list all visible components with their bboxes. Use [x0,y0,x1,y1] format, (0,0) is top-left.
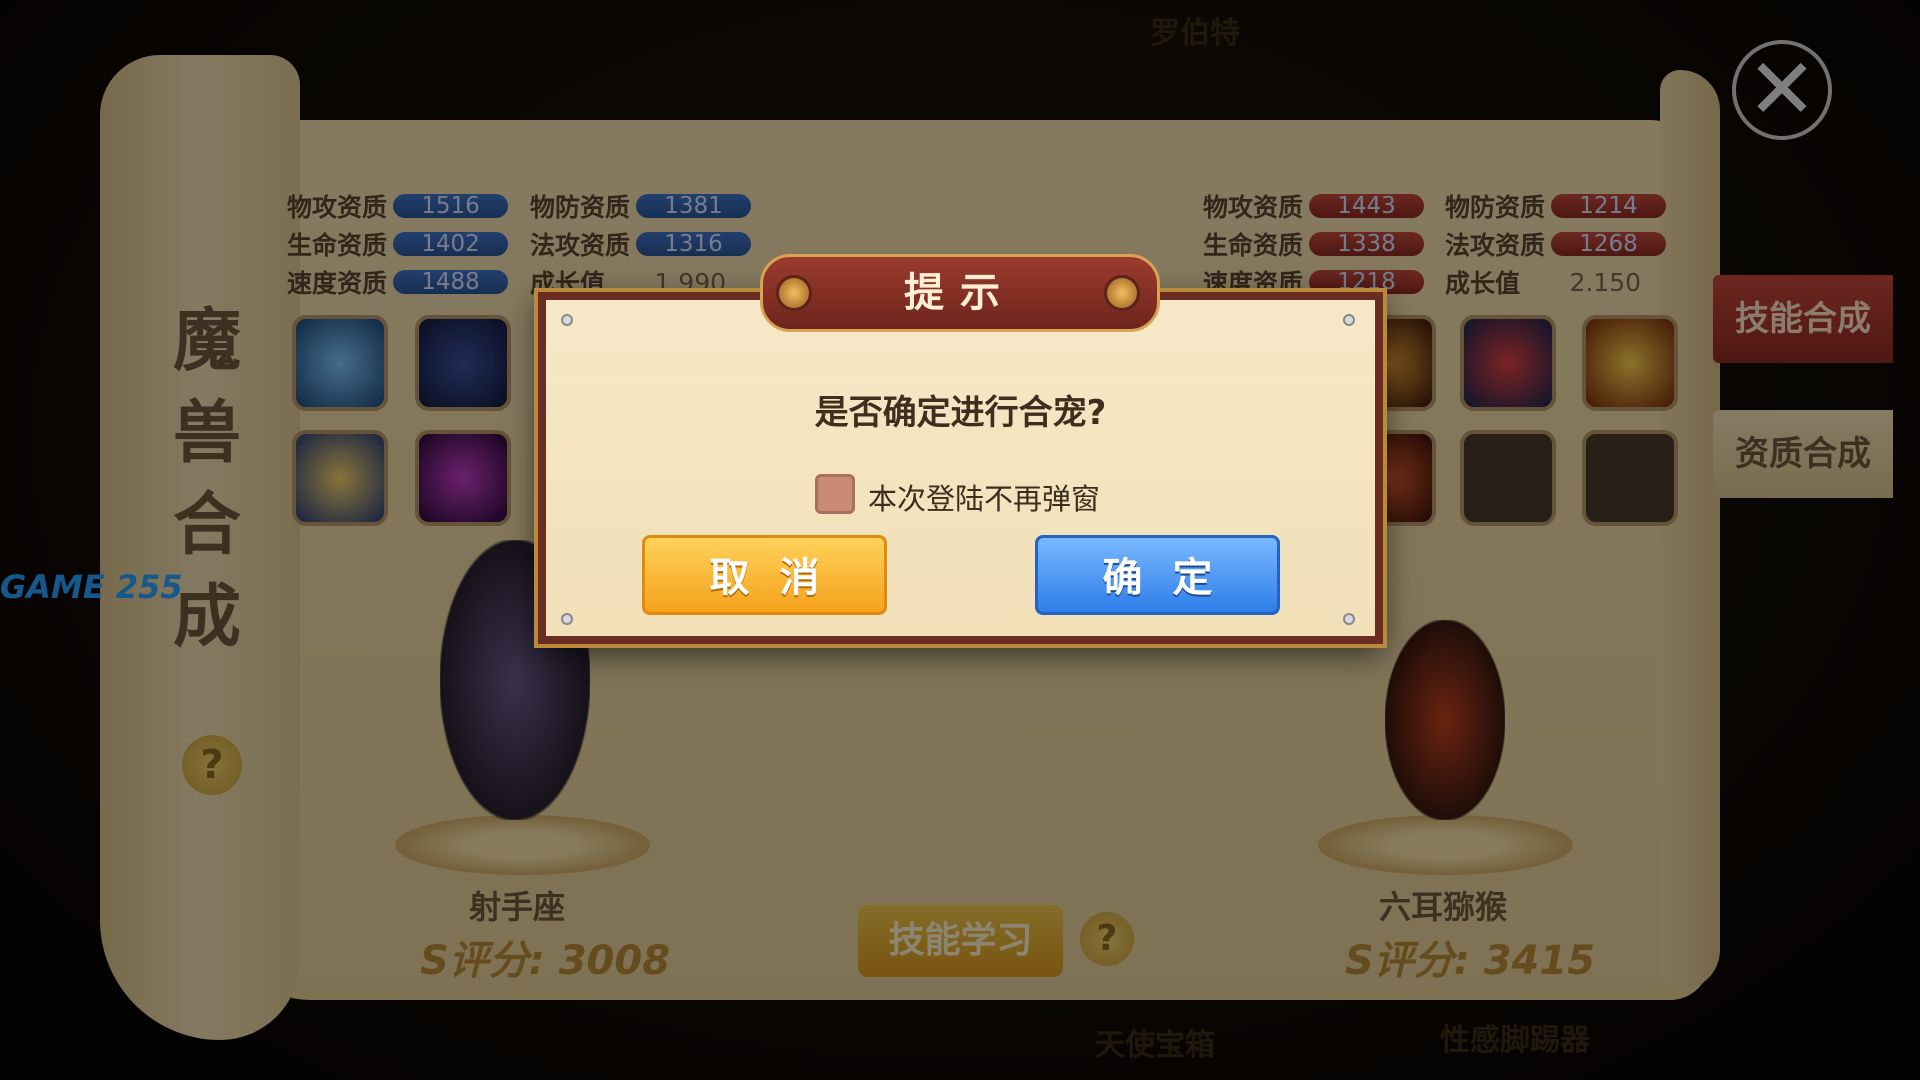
dont-show-again-checkbox[interactable] [815,474,855,514]
confirm-button[interactable]: 确定 [1035,535,1280,615]
title-ornament [1104,275,1140,311]
corner-stud [561,314,573,326]
dialog-message: 是否确定进行合宠? [814,393,1107,433]
corner-stud [1343,314,1355,326]
cancel-button[interactable]: 取消 [642,535,887,615]
corner-stud [561,613,573,625]
corner-stud [1343,613,1355,625]
title-ornament [776,275,812,311]
dialog-title: 提示 [760,254,1160,332]
checkbox-label[interactable]: 本次登陆不再弹窗 [868,476,1100,518]
